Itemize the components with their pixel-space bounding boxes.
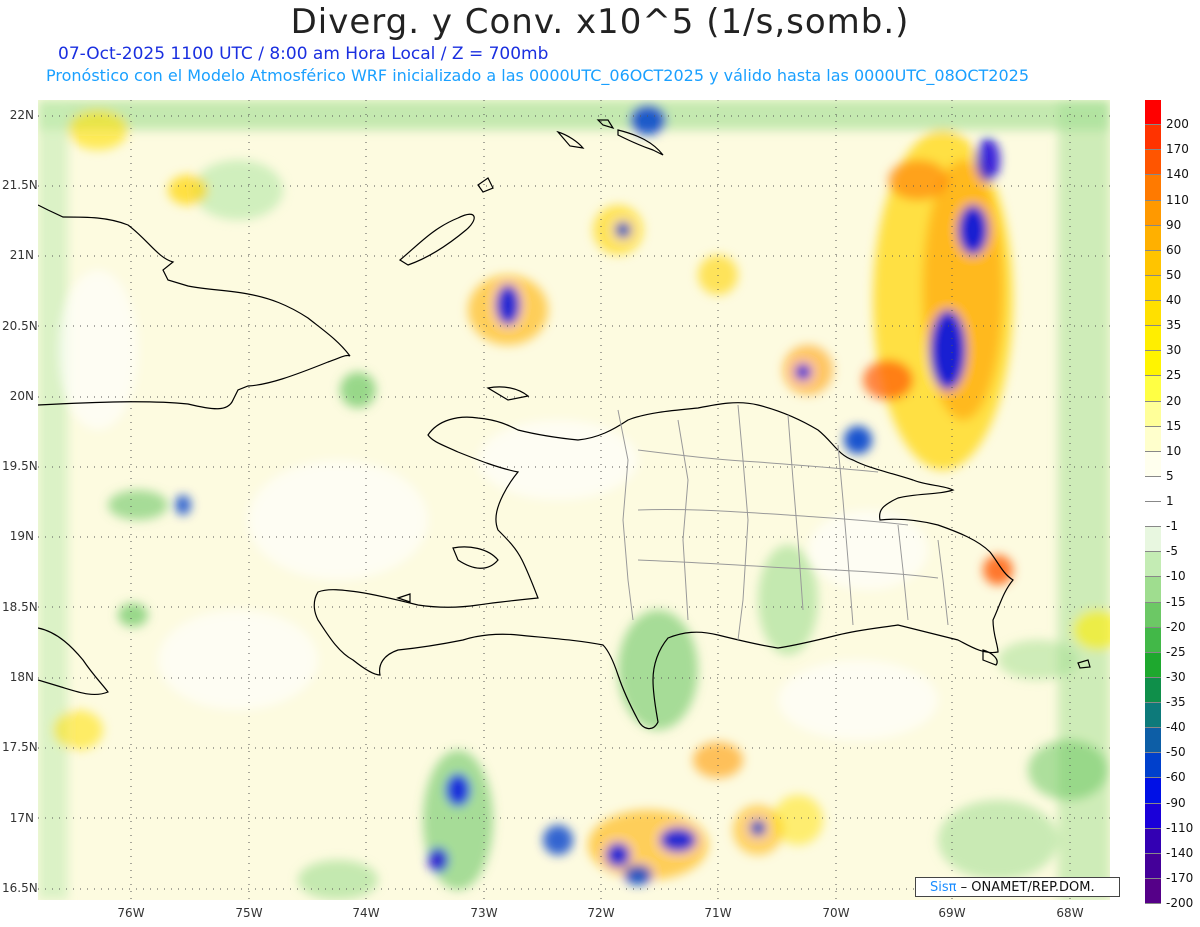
colorbar-label: 20 bbox=[1166, 393, 1182, 408]
colorbar-label: 30 bbox=[1166, 343, 1182, 358]
lon-label: 76W bbox=[117, 906, 145, 920]
colorbar-swatch bbox=[1145, 552, 1161, 578]
colorbar-swatch bbox=[1145, 753, 1161, 779]
subtitle-date: 07-Oct-2025 1100 UTC / 8:00 am Hora Loca… bbox=[58, 44, 549, 64]
colorbar-swatch bbox=[1145, 301, 1161, 327]
subtitle-model: Pronóstico con el Modelo Atmosférico WRF… bbox=[46, 66, 1030, 85]
lat-label: 17.5N bbox=[2, 740, 38, 754]
colorbar-label: 15 bbox=[1166, 418, 1182, 433]
lon-label: 69W bbox=[938, 906, 966, 920]
lat-label: 18.5N bbox=[2, 600, 38, 614]
map-panel bbox=[38, 100, 1110, 900]
credit-brand: Sisπ bbox=[930, 880, 957, 895]
lon-label: 75W bbox=[235, 906, 263, 920]
colorbar-label: 110 bbox=[1166, 192, 1189, 207]
colorbar-swatch bbox=[1145, 878, 1161, 904]
colorbar-label: -170 bbox=[1166, 870, 1194, 885]
lat-label: 21N bbox=[9, 248, 34, 262]
lat-label: 19N bbox=[9, 529, 34, 543]
colorbar-swatch bbox=[1145, 351, 1161, 377]
colorbar-label: 200 bbox=[1166, 117, 1189, 132]
colorbar-swatch bbox=[1145, 125, 1161, 151]
colorbar-swatch bbox=[1145, 778, 1161, 804]
colorbar-label: -35 bbox=[1166, 695, 1186, 709]
colorbar-label: 25 bbox=[1166, 368, 1182, 383]
colorbar-swatch bbox=[1145, 426, 1161, 452]
colorbar-swatch bbox=[1145, 275, 1161, 301]
colorbar-label: -5 bbox=[1166, 544, 1178, 559]
lat-label: 22N bbox=[9, 108, 34, 122]
chart-title: Diverg. y Conv. x10^5 (1/s,somb.) bbox=[290, 2, 910, 42]
colorbar-swatch bbox=[1145, 225, 1161, 251]
colorbar-label: 50 bbox=[1166, 267, 1182, 282]
lon-label: 68W bbox=[1056, 906, 1084, 920]
colorbar-label: -40 bbox=[1166, 720, 1186, 735]
colorbar-label: -90 bbox=[1166, 795, 1186, 810]
colorbar-label: -50 bbox=[1166, 745, 1186, 760]
colorbar-label: -140 bbox=[1166, 845, 1194, 860]
colorbar-swatch bbox=[1145, 728, 1161, 754]
lon-label: 72W bbox=[587, 906, 615, 920]
colorbar-label: -10 bbox=[1166, 569, 1186, 584]
lon-label: 73W bbox=[470, 906, 498, 920]
colorbar-swatch bbox=[1145, 200, 1161, 226]
colorbar-label: 90 bbox=[1166, 217, 1182, 232]
colorbar-label: -20 bbox=[1166, 619, 1186, 634]
colorbar-label: -1 bbox=[1166, 519, 1178, 534]
colorbar-label: 35 bbox=[1166, 318, 1182, 333]
colorbar-label: -15 bbox=[1166, 594, 1186, 609]
colorbar-swatch bbox=[1145, 652, 1161, 678]
lon-label: 70W bbox=[822, 906, 850, 920]
colorbar-label: 1 bbox=[1166, 494, 1174, 508]
colorbar-swatch bbox=[1145, 677, 1161, 703]
colorbar-swatch bbox=[1145, 326, 1161, 352]
colorbar-label: -30 bbox=[1166, 669, 1186, 684]
colorbar-swatch bbox=[1145, 250, 1161, 276]
colorbar-swatch bbox=[1145, 627, 1161, 653]
colorbar-label: 5 bbox=[1166, 468, 1174, 483]
colorbar bbox=[1145, 100, 1161, 904]
colorbar-label: -25 bbox=[1166, 644, 1186, 659]
colorbar-swatch bbox=[1145, 401, 1161, 427]
colorbar-swatch bbox=[1145, 451, 1161, 477]
colorbar-label: -200 bbox=[1166, 896, 1194, 910]
colorbar-label: 10 bbox=[1166, 443, 1182, 458]
colorbar-label: 60 bbox=[1166, 242, 1182, 257]
colorbar-swatch bbox=[1145, 376, 1161, 402]
colorbar-label: 140 bbox=[1166, 167, 1189, 182]
credit-text: – ONAMET/REP.DOM. bbox=[960, 880, 1095, 895]
colorbar-swatch bbox=[1145, 476, 1161, 502]
lat-label: 18N bbox=[9, 670, 34, 684]
colorbar-swatch bbox=[1145, 602, 1161, 628]
divergence-field bbox=[38, 100, 1110, 900]
lat-label: 20N bbox=[9, 389, 34, 403]
colorbar-swatch bbox=[1145, 527, 1161, 553]
colorbar-label: 40 bbox=[1166, 293, 1182, 307]
colorbar-swatch bbox=[1145, 703, 1161, 729]
colorbar-label: 170 bbox=[1166, 142, 1189, 157]
colorbar-swatch bbox=[1145, 100, 1161, 126]
lat-label: 20.5N bbox=[2, 319, 38, 333]
lat-label: 19.5N bbox=[2, 459, 38, 473]
lon-label: 71W bbox=[704, 906, 732, 920]
credit-box: Sisπ – ONAMET/REP.DOM. bbox=[915, 877, 1120, 897]
colorbar-label: -110 bbox=[1166, 820, 1194, 835]
colorbar-swatch bbox=[1145, 803, 1161, 829]
colorbar-swatch bbox=[1145, 828, 1161, 854]
lat-label: 17N bbox=[9, 811, 34, 825]
colorbar-swatch bbox=[1145, 502, 1161, 528]
colorbar-label: -60 bbox=[1166, 770, 1186, 785]
colorbar-swatch bbox=[1145, 150, 1161, 176]
lat-label: 16.5N bbox=[2, 881, 38, 895]
colorbar-swatch bbox=[1145, 175, 1161, 201]
lon-label: 74W bbox=[352, 906, 380, 920]
colorbar-swatch bbox=[1145, 853, 1161, 879]
lat-label: 21.5N bbox=[2, 178, 38, 192]
colorbar-swatch bbox=[1145, 577, 1161, 603]
